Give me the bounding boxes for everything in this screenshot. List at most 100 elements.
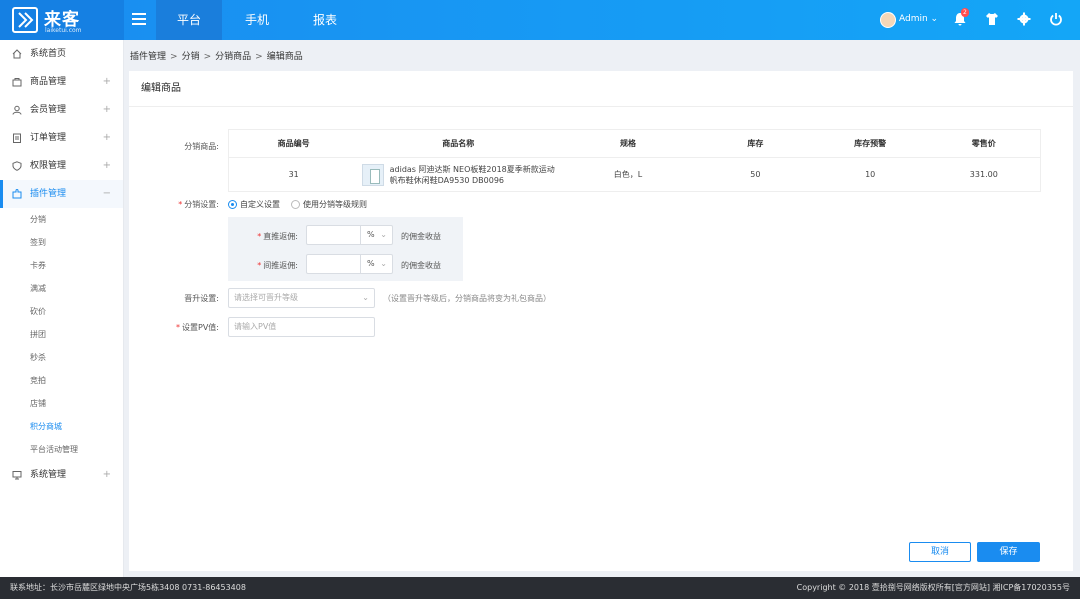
radio-level-rule[interactable]: 使用分销等级规则	[291, 199, 367, 210]
expand-icon[interactable]: +	[103, 96, 111, 124]
indirect-commission-suffix: 的佣金收益	[401, 261, 441, 270]
sidebar-sub-signin[interactable]: 签到	[0, 231, 123, 254]
product-stock: 50	[750, 170, 761, 179]
col-header: 零售价	[927, 129, 1041, 158]
pv-label: * 设置PV值:	[176, 323, 219, 332]
expand-icon[interactable]: +	[103, 152, 111, 180]
page-title: 编辑商品	[129, 71, 1073, 107]
expand-icon[interactable]: +	[103, 124, 111, 152]
distribution-label: * 分销设置:	[178, 200, 219, 209]
sidebar-sub-group[interactable]: 拼团	[0, 323, 123, 346]
table-row: 31 adidas 阿迪达斯 NEO板鞋2018夏季新款运动 帆布鞋休闲鞋DA9…	[229, 158, 1041, 192]
sidebar: 系统首页 商品管理 + 会员管理 + 订单管理 + 权限管理 + 插件管理 − …	[0, 40, 124, 577]
product-spec: 白色，L	[613, 170, 643, 179]
promotion-note: （设置晋升等级后，分销商品将变为礼包商品）	[383, 294, 551, 303]
direct-commission-unit-select[interactable]: % ⌄	[361, 225, 393, 245]
sidebar-item-members[interactable]: 会员管理 +	[0, 96, 123, 124]
sidebar-item-home[interactable]: 系统首页	[0, 40, 123, 68]
product-price: 331.00	[969, 170, 998, 179]
sidebar-sub-bargain[interactable]: 砍价	[0, 300, 123, 323]
avatar[interactable]	[880, 12, 896, 28]
sidebar-item-plugins[interactable]: 插件管理 −	[0, 180, 123, 208]
breadcrumb-item[interactable]: 分销商品	[215, 52, 251, 62]
sidebar-item-system[interactable]: 系统管理 +	[0, 461, 123, 489]
breadcrumb-item[interactable]: 插件管理	[130, 52, 166, 62]
collapse-icon[interactable]: −	[103, 180, 111, 208]
indirect-commission-unit-select[interactable]: % ⌄	[361, 254, 393, 274]
sidebar-sub-store[interactable]: 店铺	[0, 392, 123, 415]
col-header: 商品名称	[358, 129, 559, 158]
user-icon	[12, 105, 22, 115]
bag-icon	[12, 78, 22, 87]
breadcrumb-separator: >	[170, 52, 178, 62]
sidebar-item-label: 商品管理	[30, 77, 67, 87]
cancel-button[interactable]: 取消	[909, 542, 971, 562]
sidebar-sub-flashsale[interactable]: 秒杀	[0, 346, 123, 369]
clipboard-icon	[13, 133, 21, 143]
indirect-commission-label: * 间推返佣:	[257, 261, 298, 270]
monitor-icon	[12, 471, 22, 480]
notification-badge: 2	[961, 8, 969, 17]
product-thumbnail	[361, 163, 384, 186]
tab-mobile[interactable]: 手机	[224, 0, 290, 40]
sidebar-item-label: 系统首页	[30, 49, 67, 59]
menu-toggle-icon[interactable]	[132, 13, 146, 25]
pv-input[interactable]: 请输入PV值	[228, 317, 375, 337]
logo-domain: laiketui.com	[45, 27, 82, 34]
direct-commission-input[interactable]	[306, 225, 361, 245]
gear-icon[interactable]	[1017, 12, 1033, 28]
product-table: 商品编号 商品名称 规格 库存 库存预警 零售价 31 adidas 阿迪达斯 …	[228, 129, 1041, 192]
breadcrumb-separator: >	[203, 52, 212, 62]
shirt-icon[interactable]	[985, 12, 1001, 28]
edit-product-panel: 编辑商品 分销商品: 商品编号 商品名称 规格 库存 库存预警 零售价 31 a…	[129, 71, 1073, 571]
col-header: 规格	[558, 129, 698, 158]
logo-mark-icon	[12, 7, 38, 33]
expand-icon[interactable]: +	[103, 461, 111, 489]
sidebar-sub-auction[interactable]: 竞拍	[0, 369, 123, 392]
product-name-line1: adidas 阿迪达斯 NEO板鞋2018夏季新款运动	[389, 164, 555, 174]
promotion-level-select[interactable]: 请选择可晋升等级 ⌄	[228, 288, 375, 308]
product-stock-warning: 10	[865, 170, 876, 179]
breadcrumb-current: 编辑商品	[266, 52, 303, 62]
sidebar-sub-discount[interactable]: 满减	[0, 277, 123, 300]
sidebar-item-label: 系统管理	[30, 470, 67, 480]
expand-icon[interactable]: +	[103, 68, 111, 96]
table-header-row: 商品编号 商品名称 规格 库存 库存预警 零售价	[228, 129, 1041, 158]
sidebar-sub-platform-activity[interactable]: 平台活动管理	[0, 438, 123, 461]
sidebar-item-goods[interactable]: 商品管理 +	[0, 68, 123, 96]
breadcrumb-item[interactable]: 分销	[182, 52, 200, 62]
breadcrumb: 插件管理 > 分销 > 分销商品 > 编辑商品	[130, 49, 303, 62]
footer-contact: 联系地址：长沙市岳麓区绿地中央广场5栋3408 0731-86453408	[10, 583, 246, 592]
chevron-down-icon: ⌄	[380, 259, 387, 268]
radio-custom-setting[interactable]: 自定义设置	[228, 199, 280, 210]
power-icon[interactable]	[1049, 12, 1065, 28]
col-header: 库存	[697, 129, 813, 158]
sidebar-sub-coupon[interactable]: 卡券	[0, 254, 123, 277]
footer: 联系地址：长沙市岳麓区绿地中央广场5栋3408 0731-86453408 Co…	[0, 577, 1080, 599]
commission-settings-box: * 直推返佣: % ⌄ 的佣金收益 * 间推返佣: % ⌄ 的佣金收益	[228, 217, 463, 281]
direct-commission-label: * 直推返佣:	[257, 232, 298, 241]
product-id: 31	[288, 170, 299, 179]
sidebar-item-label: 会员管理	[30, 105, 67, 115]
top-bar: 来客 laiketui.com 平台 手机 报表 Admin ⌄ 2	[0, 0, 1080, 40]
indirect-commission-input[interactable]	[306, 254, 361, 274]
tab-report[interactable]: 报表	[292, 0, 358, 40]
direct-commission-suffix: 的佣金收益	[401, 232, 441, 241]
sidebar-item-orders[interactable]: 订单管理 +	[0, 124, 123, 152]
sidebar-item-label: 订单管理	[30, 133, 67, 143]
sidebar-sub-distribution[interactable]: 分销	[0, 208, 123, 231]
promotion-label: 晋升设置:	[184, 294, 219, 303]
sidebar-sub-points-mall[interactable]: 积分商城	[0, 415, 123, 438]
tab-platform[interactable]: 平台	[156, 0, 222, 40]
bell-icon[interactable]: 2	[953, 8, 969, 28]
puzzle-icon	[12, 189, 22, 199]
radio-checked-icon	[228, 200, 237, 209]
save-button[interactable]: 保存	[977, 542, 1040, 562]
col-header: 商品编号	[228, 129, 359, 158]
sidebar-item-permissions[interactable]: 权限管理 +	[0, 152, 123, 180]
user-menu[interactable]: Admin ⌄	[899, 14, 938, 24]
shield-icon	[12, 161, 22, 171]
home-icon	[12, 49, 22, 59]
footer-copyright[interactable]: Copyright © 2018 壹拾捌号网络版权所有[官方网站] 湘ICP备1…	[797, 577, 1070, 599]
logo[interactable]: 来客 laiketui.com	[0, 0, 124, 40]
